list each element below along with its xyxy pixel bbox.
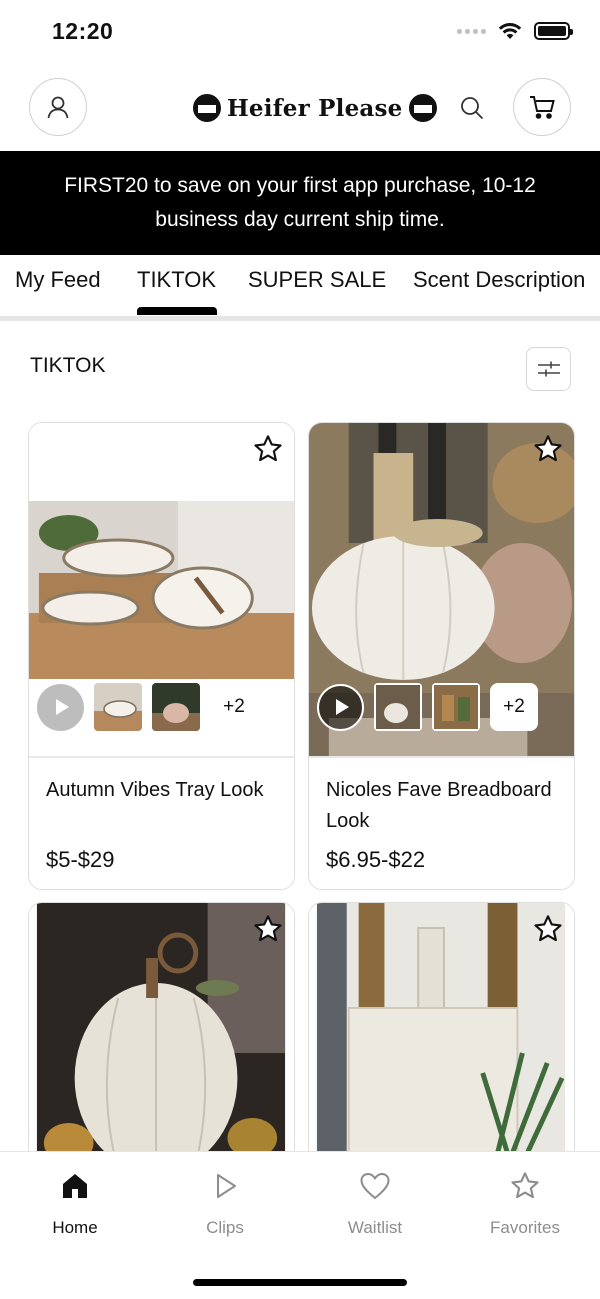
app-header: Heifer Please bbox=[0, 76, 600, 140]
card-divider bbox=[29, 756, 294, 758]
play-icon bbox=[55, 699, 69, 715]
play-video-button[interactable] bbox=[37, 683, 84, 731]
status-bar: 12:20 bbox=[0, 0, 600, 64]
cellular-signal-icon bbox=[457, 28, 486, 34]
tab-super-sale[interactable]: SUPER SALE bbox=[248, 267, 386, 293]
search-button[interactable] bbox=[452, 90, 492, 126]
profile-button[interactable] bbox=[29, 78, 87, 136]
play-icon bbox=[335, 699, 349, 715]
nav-label: Waitlist bbox=[347, 1218, 403, 1237]
thumbnail-image[interactable] bbox=[374, 683, 422, 731]
play-video-button[interactable] bbox=[317, 683, 364, 731]
star-icon bbox=[534, 915, 562, 942]
media-thumbnails: +2 bbox=[37, 683, 258, 731]
promo-banner[interactable]: FIRST20 to save on your first app purcha… bbox=[0, 151, 600, 255]
tab-my-feed[interactable]: My Feed bbox=[15, 267, 101, 293]
card-divider bbox=[309, 756, 574, 758]
search-icon bbox=[461, 97, 484, 120]
product-title: Autumn Vibes Tray Look bbox=[46, 779, 264, 801]
media-thumbnails: +2 bbox=[317, 683, 538, 731]
product-card[interactable]: +2 Autumn Vibes Tray Look $5-$29 bbox=[28, 422, 295, 890]
product-card[interactable] bbox=[28, 902, 295, 1162]
star-icon bbox=[254, 435, 282, 462]
tabs-divider bbox=[0, 316, 600, 321]
logo-badge-icon bbox=[193, 94, 221, 122]
brand-logo[interactable]: Heifer Please bbox=[193, 92, 437, 124]
status-time: 12:20 bbox=[52, 18, 114, 44]
logo-badge-icon bbox=[408, 94, 437, 122]
product-title: Nicoles Fave Breadboard Look bbox=[326, 779, 552, 832]
star-icon bbox=[254, 915, 282, 942]
sliders-icon bbox=[537, 361, 560, 377]
section-title: TIKTOK bbox=[30, 354, 106, 377]
home-icon bbox=[63, 1174, 87, 1198]
nav-label: Home bbox=[52, 1218, 98, 1237]
user-icon bbox=[47, 96, 69, 119]
category-tabs: My Feed TIKTOK SUPER SALE Scent Descript… bbox=[0, 255, 600, 317]
favorite-star-button[interactable] bbox=[530, 911, 566, 947]
status-icons bbox=[457, 22, 573, 40]
product-card[interactable]: +2 Nicoles Fave Breadboard Look $6.95-$2… bbox=[308, 422, 575, 890]
nav-label: Favorites bbox=[490, 1218, 560, 1237]
cart-icon bbox=[530, 96, 555, 119]
promo-text: FIRST20 to save on your first app purcha… bbox=[64, 174, 536, 231]
star-icon bbox=[511, 1172, 539, 1199]
product-price: $5-$29 bbox=[46, 847, 115, 872]
wifi-icon bbox=[498, 23, 522, 39]
bottom-navigation: Home Clips Waitlist Favorites bbox=[0, 1151, 600, 1299]
thumbnail-image[interactable] bbox=[152, 683, 200, 731]
nav-waitlist[interactable]: Waitlist bbox=[315, 1168, 435, 1238]
star-icon bbox=[534, 435, 562, 462]
heart-icon bbox=[360, 1173, 390, 1199]
favorite-star-button[interactable] bbox=[250, 431, 286, 467]
battery-icon bbox=[534, 22, 573, 40]
tab-tiktok[interactable]: TIKTOK bbox=[137, 267, 216, 293]
filter-button[interactable] bbox=[526, 347, 571, 391]
home-indicator[interactable] bbox=[193, 1279, 407, 1286]
nav-favorites[interactable]: Favorites bbox=[465, 1168, 585, 1238]
favorite-star-button[interactable] bbox=[530, 431, 566, 467]
thumbnail-image[interactable] bbox=[94, 683, 142, 731]
product-price: $6.95-$22 bbox=[326, 847, 426, 872]
product-card[interactable] bbox=[308, 902, 575, 1162]
more-media-badge[interactable]: +2 bbox=[210, 683, 258, 731]
tab-scent-description[interactable]: Scent Description bbox=[413, 267, 585, 293]
favorite-star-button[interactable] bbox=[250, 911, 286, 947]
nav-home[interactable]: Home bbox=[15, 1168, 135, 1238]
cart-button[interactable] bbox=[513, 78, 571, 136]
thumbnail-image[interactable] bbox=[432, 683, 480, 731]
logo-text: Heifer Please bbox=[227, 94, 403, 122]
active-tab-indicator bbox=[137, 307, 217, 315]
nav-label: Clips bbox=[206, 1218, 244, 1237]
nav-clips[interactable]: Clips bbox=[165, 1168, 285, 1238]
play-icon bbox=[217, 1174, 236, 1198]
more-media-badge[interactable]: +2 bbox=[490, 683, 538, 731]
